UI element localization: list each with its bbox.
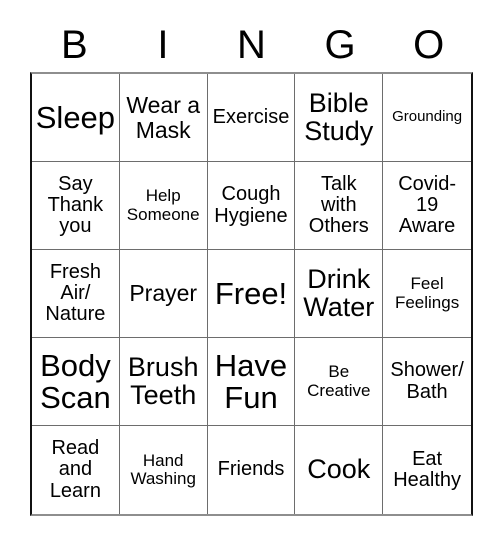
bingo-cell-label: Feel Feelings <box>394 274 460 312</box>
bingo-cell-label: Covid- 19 Aware <box>398 172 456 238</box>
bingo-cell-label: Prayer <box>129 280 198 307</box>
bingo-cell-label: Brush Teeth <box>127 351 199 410</box>
bingo-header-letters: B I N G O <box>30 18 473 72</box>
bingo-cell-label: Grounding <box>392 108 463 126</box>
bingo-cell[interactable]: Eat Healthy <box>383 426 471 514</box>
bingo-cell[interactable]: Wear a Mask <box>119 74 208 162</box>
bingo-cell[interactable]: Fresh Air/ Nature <box>32 250 120 338</box>
bingo-cell[interactable]: Cook <box>295 426 384 514</box>
bingo-cell[interactable]: Have Fun <box>207 338 296 426</box>
bingo-cell-label: Eat Healthy <box>393 447 461 491</box>
bingo-cell[interactable]: Free! <box>207 250 296 338</box>
bingo-cell[interactable]: Be Creative <box>295 338 384 426</box>
header-letter-o: O <box>413 23 445 67</box>
bingo-cell-label: Say Thank you <box>47 172 104 238</box>
bingo-cell[interactable]: Read and Learn <box>32 426 120 514</box>
header-letter-g: G <box>324 23 356 67</box>
bingo-cell-label: Drink Water <box>303 263 375 322</box>
bingo-cell-label: Body Scan <box>40 347 111 415</box>
bingo-cell[interactable]: Help Someone <box>119 162 208 250</box>
bingo-card: B I N G O Sleep Wear a Mask Exercise Bible … <box>0 0 500 544</box>
bingo-cell[interactable]: Exercise <box>207 74 296 162</box>
bingo-cell[interactable]: Feel Feelings <box>383 250 471 338</box>
bingo-cell-label: Talk with Others <box>308 172 369 238</box>
bingo-cell[interactable]: Friends <box>207 426 296 514</box>
bingo-cell[interactable]: Drink Water <box>295 250 384 338</box>
bingo-cell-label: Wear a Mask <box>126 92 201 143</box>
header-letter-b: B <box>60 23 88 67</box>
bingo-cell-label: Shower/ Bath <box>390 359 464 403</box>
bingo-cell[interactable]: Body Scan <box>32 338 120 426</box>
bingo-cell[interactable]: Bible Study <box>295 74 384 162</box>
bingo-cell-label: Fresh Air/ Nature <box>45 260 106 326</box>
bingo-cell[interactable]: Covid- 19 Aware <box>383 162 471 250</box>
bingo-cell-label: Have Fun <box>214 347 288 415</box>
bingo-cell[interactable]: Sleep <box>32 74 120 162</box>
bingo-grid: Sleep Wear a Mask Exercise Bible Study Groun… <box>30 72 473 516</box>
bingo-cell[interactable]: Shower/ Bath <box>383 338 471 426</box>
bingo-cell-label: Friends <box>217 458 285 481</box>
bingo-cell-label: Cough Hygiene <box>214 183 288 227</box>
bingo-cell-label: Read and Learn <box>49 437 101 502</box>
bingo-cell[interactable]: Talk with Others <box>295 162 384 250</box>
bingo-cell[interactable]: Hand Washing <box>119 426 208 514</box>
bingo-cell[interactable]: Say Thank you <box>32 162 120 250</box>
bingo-cell[interactable]: Grounding <box>383 74 471 162</box>
bingo-cell[interactable]: Brush Teeth <box>119 338 208 426</box>
header-letter-n: N <box>237 23 266 67</box>
bingo-cell-label: Sleep <box>35 99 116 135</box>
bingo-cell[interactable]: Prayer <box>119 250 208 338</box>
bingo-cell-label: Hand Washing <box>130 450 196 488</box>
bingo-cell-label: Be Creative <box>307 362 371 400</box>
bingo-cell-label: Bible Study <box>304 87 374 146</box>
bingo-cell-label: Exercise <box>212 105 290 128</box>
bingo-cell-label: Free! <box>214 275 288 311</box>
header-letter-i: I <box>157 23 169 67</box>
bingo-cell-label: Cook <box>307 454 371 485</box>
bingo-cell[interactable]: Cough Hygiene <box>207 162 296 250</box>
bingo-cell-label: Help Someone <box>126 186 200 224</box>
